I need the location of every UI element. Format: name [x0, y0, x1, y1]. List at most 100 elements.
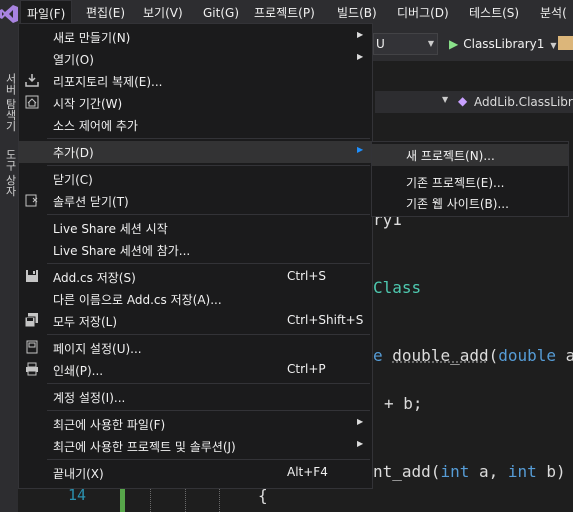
config-combo-value: U — [376, 37, 385, 51]
config-combo[interactable]: U ▼ — [373, 33, 438, 55]
chevron-down-icon: ▼ — [550, 41, 557, 50]
submenu-arrow-icon: ▶ — [357, 417, 364, 426]
code-line-int-add: nt_add(int a, int b) — [373, 462, 566, 481]
menu-item-label: 추가(D) — [53, 146, 94, 160]
menu-item-label: Live Share 세션에 참가... — [53, 244, 191, 258]
submenu-item-existing-project[interactable]: 기존 프로젝트(E)... — [372, 171, 568, 193]
chevron-down-icon: ▼ — [442, 95, 449, 104]
menu-item-label: 페이지 설정(U)... — [53, 342, 142, 356]
menu-item-shortcut: Alt+F4 — [287, 465, 328, 479]
code-token: ( — [488, 346, 499, 365]
member-combo-value: AddLib.ClassLibrar — [474, 95, 573, 109]
menu-item-label: 시작 기간(W) — [53, 97, 123, 111]
menu-separator — [47, 138, 370, 139]
file-menu: 새로 만들기(N) ▶ 열기(O) ▶ 리포지토리 복제(E)... 시작 기간… — [18, 23, 373, 489]
menu-item-print[interactable]: 인쇄(P)... Ctrl+P — [19, 359, 372, 381]
menu-item-label: 최근에 사용한 파일(F) — [53, 418, 166, 432]
home-icon — [25, 95, 39, 109]
menu-item-label: 기존 프로젝트(E)... — [406, 176, 505, 190]
menu-item-label: 끝내기(X) — [53, 467, 104, 481]
run-target-label: ClassLibrary1 — [463, 37, 545, 51]
menu-separator — [47, 410, 370, 411]
menu-item-label: Live Share 세션 시작 — [53, 222, 168, 236]
menu-test[interactable]: 테스트(S) — [463, 0, 525, 27]
code-line-double-add: e double_add(double a — [373, 346, 573, 365]
menu-analyze[interactable]: 분석( — [534, 0, 573, 27]
menu-debug[interactable]: 디버그(D) — [391, 0, 455, 27]
menu-item-live-share-start[interactable]: Live Share 세션 시작 — [19, 217, 372, 239]
menu-item-close[interactable]: 닫기(C) — [19, 168, 372, 190]
menu-separator — [47, 263, 370, 264]
save-all-icon — [25, 313, 38, 327]
menu-item-clone-repository[interactable]: 리포지토리 복제(E)... — [19, 70, 372, 92]
menu-item-recent-files[interactable]: 최근에 사용한 파일(F) ▶ — [19, 413, 372, 435]
menu-item-label: 새로 만들기(N) — [53, 31, 131, 45]
menu-item-label: 기존 웹 사이트(B)... — [406, 197, 509, 211]
change-indicator — [120, 486, 125, 512]
code-token: e — [373, 346, 383, 365]
menu-item-save[interactable]: Add.cs 저장(S) Ctrl+S — [19, 266, 372, 288]
menu-item-recent-projects[interactable]: 최근에 사용한 프로젝트 및 솔루션(J) ▶ — [19, 435, 372, 457]
add-submenu: 새 프로젝트(N)... 기존 프로젝트(E)... 기존 웹 사이트(B)..… — [371, 141, 569, 217]
clone-download-icon — [25, 74, 39, 87]
menu-item-shortcut: Ctrl+Shift+S — [287, 313, 364, 327]
menu-item-page-setup[interactable]: 페이지 설정(U)... — [19, 337, 372, 359]
code-keyword: int — [507, 462, 537, 481]
chevron-down-icon: ▼ — [427, 39, 434, 48]
close-solution-icon — [25, 194, 38, 207]
menu-item-label: 닫기(C) — [53, 173, 93, 187]
folder-icon[interactable] — [558, 36, 573, 50]
menu-item-start-window[interactable]: 시작 기간(W) — [19, 92, 372, 114]
menu-item-label: 인쇄(P)... — [53, 364, 104, 378]
code-token: a — [565, 346, 573, 365]
menu-item-label: 솔루션 닫기(T) — [53, 195, 129, 209]
submenu-item-existing-website[interactable]: 기존 웹 사이트(B)... — [372, 192, 568, 214]
menu-item-shortcut: Ctrl+P — [287, 362, 326, 376]
menu-item-account-settings[interactable]: 계정 설정(I)... — [19, 386, 372, 408]
indent-guide — [185, 486, 186, 512]
code-keyword: int — [440, 462, 470, 481]
toolbox-tab[interactable]: 도구 상자 — [2, 149, 18, 197]
member-combo[interactable]: ▼ ◆ AddLib.ClassLibrar — [440, 92, 573, 112]
menu-item-label: 리포지토리 복제(E)... — [53, 75, 163, 89]
menu-item-save-all[interactable]: 모두 저장(L) Ctrl+Shift+S — [19, 310, 372, 332]
menu-item-label: 모두 저장(L) — [53, 315, 118, 329]
menu-item-add-to-source-control[interactable]: 소스 제어에 추가 — [19, 114, 372, 136]
menu-item-close-solution[interactable]: 솔루션 닫기(T) — [19, 190, 372, 212]
code-token: b) — [536, 462, 566, 481]
menu-item-label: 열기(O) — [53, 53, 94, 67]
code-token: nt_add( — [373, 462, 441, 481]
submenu-arrow-icon: ▶ — [357, 439, 364, 448]
menu-item-label: 새 프로젝트(N)... — [406, 149, 495, 163]
server-explorer-tab[interactable]: 서버 탐색기 — [2, 73, 18, 132]
submenu-arrow-icon: ▶ — [357, 30, 364, 39]
run-button[interactable]: ▶ ClassLibrary1 ▼ — [449, 33, 557, 55]
menu-item-new[interactable]: 새로 만들기(N) ▶ — [19, 26, 372, 48]
menu-item-label: Add.cs 저장(S) — [53, 271, 136, 285]
menu-separator — [47, 214, 370, 215]
menu-item-open[interactable]: 열기(O) ▶ — [19, 48, 372, 70]
submenu-arrow-icon: ▶ — [357, 145, 364, 154]
visual-studio-logo-icon — [0, 5, 18, 23]
side-tool-strip: 서버 탐색기 도구 상자 — [0, 61, 18, 512]
menu-item-save-as[interactable]: 다른 이름으로 Add.cs 저장(A)... — [19, 288, 372, 310]
menu-item-exit[interactable]: 끝내기(X) Alt+F4 — [19, 462, 372, 484]
menu-item-add[interactable]: 추가(D) ▶ — [19, 141, 372, 163]
menu-item-label: 다른 이름으로 Add.cs 저장(A)... — [53, 293, 222, 307]
menu-separator — [47, 383, 370, 384]
indent-guide — [219, 486, 220, 512]
code-keyword: double — [498, 346, 557, 365]
menu-separator — [47, 459, 370, 460]
menu-item-shortcut: Ctrl+S — [287, 269, 327, 283]
code-token: a, — [469, 462, 508, 481]
submenu-arrow-icon: ▶ — [357, 52, 364, 61]
menu-separator — [47, 165, 370, 166]
menu-item-label: 최근에 사용한 프로젝트 및 솔루션(J) — [53, 440, 236, 454]
menu-item-live-share-join[interactable]: Live Share 세션에 참가... — [19, 239, 372, 261]
submenu-item-new-project[interactable]: 새 프로젝트(N)... — [372, 144, 568, 166]
code-fragment: + b; — [384, 394, 423, 413]
menu-item-label: 소스 제어에 추가 — [53, 119, 138, 133]
play-icon: ▶ — [449, 37, 459, 51]
page-setup-icon — [26, 340, 38, 354]
save-icon — [26, 270, 38, 282]
